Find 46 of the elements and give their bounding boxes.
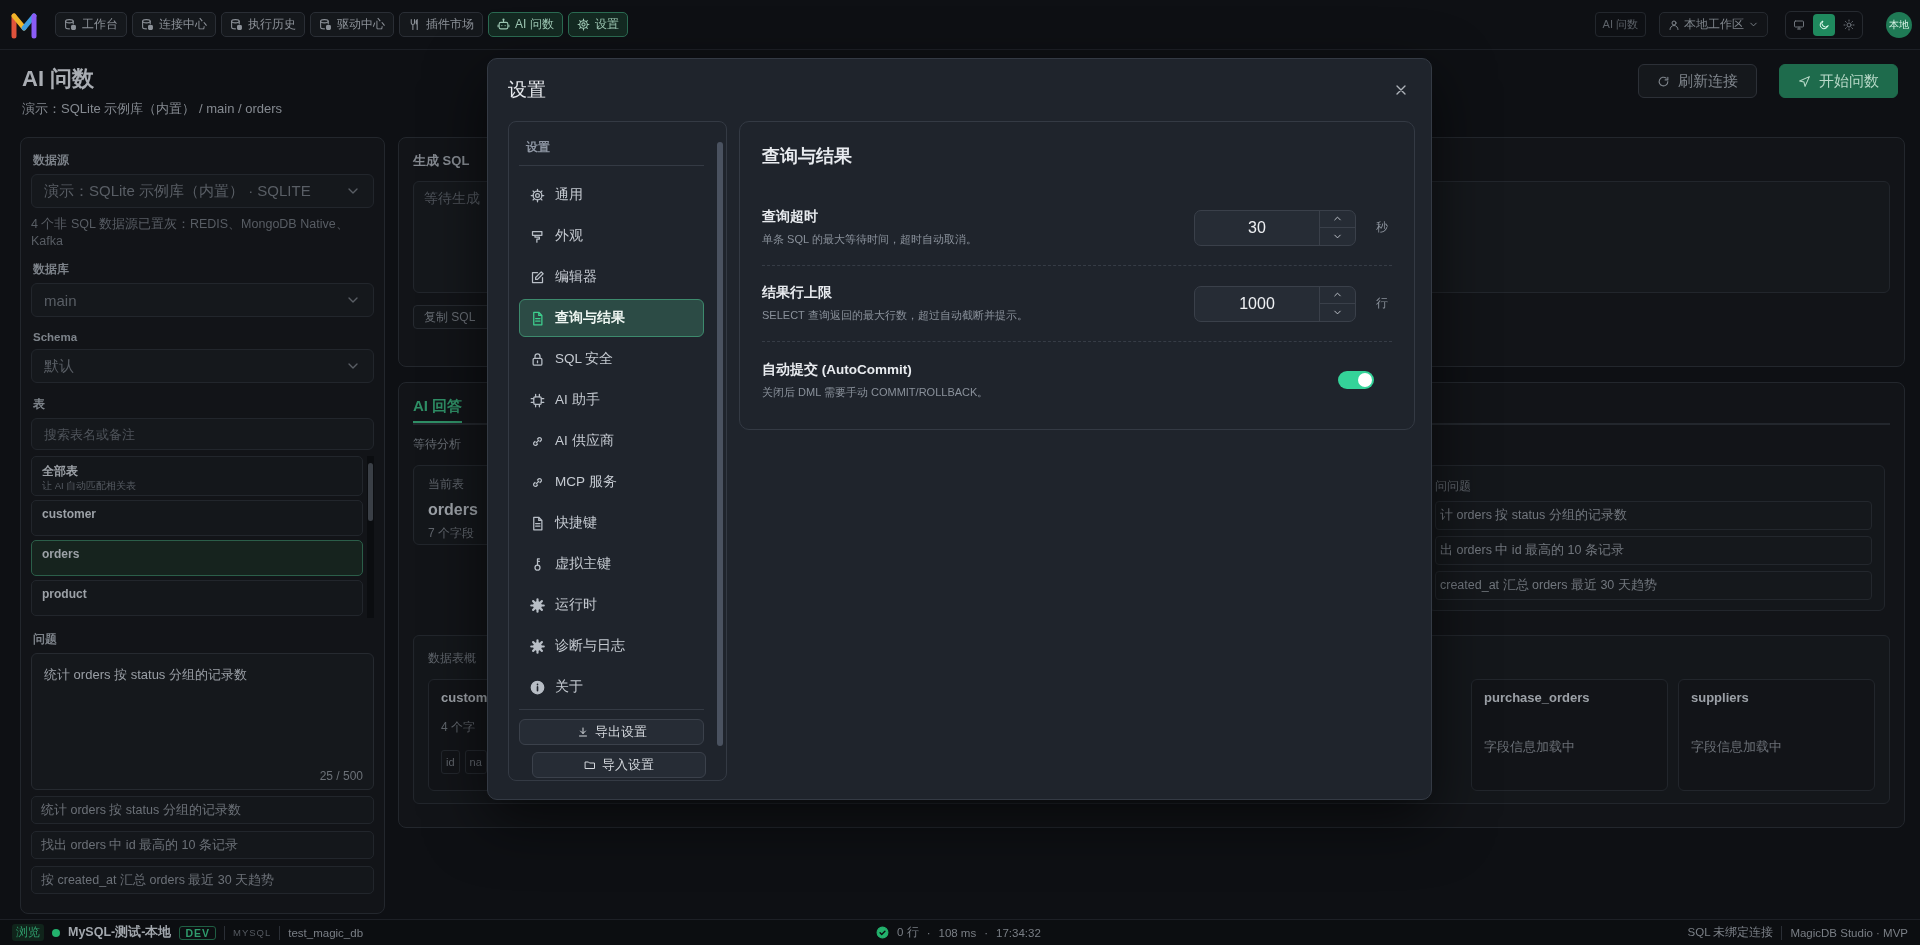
sidebar-title: 设置 <box>519 132 704 166</box>
duration: 108 ms <box>938 926 977 939</box>
table-name: purchase_orders <box>1484 690 1590 705</box>
setting-description: 单条 SQL 的最大等待时间，超时自动取消。 <box>762 232 977 247</box>
field-count: 4 个字 <box>441 719 475 736</box>
column-chip: na <box>464 750 487 774</box>
field-label: 问题 <box>33 632 57 647</box>
setting-description: 关闭后 DML 需要手动 COMMIT/ROLLBACK。 <box>762 384 989 400</box>
field-label: 数据源 <box>33 153 69 168</box>
field-label: Schema <box>33 331 78 343</box>
field-label: 表 <box>33 397 45 412</box>
page-title: AI 问数 <box>22 65 96 93</box>
mode-badge: 浏览 <box>12 924 44 941</box>
binding-status: SQL 未绑定连接 <box>1687 925 1774 940</box>
table-name: custom <box>441 690 488 705</box>
db-type: MYSQL <box>233 927 272 938</box>
loading-text: 字段信息加载中 <box>1484 739 1575 756</box>
section-title: 查询与结果 <box>762 145 852 168</box>
loading-text: 字段信息加载中 <box>1691 739 1782 756</box>
separator-dot: · <box>984 926 989 939</box>
dialog-title: 设置 <box>508 78 546 102</box>
table-name: suppliers <box>1691 690 1749 705</box>
setting-label: 自动提交 (AutoCommit) <box>762 360 912 379</box>
hint-text: 4 个非 SQL 数据源已置灰：REDIS、MongoDB Native、Kafka <box>31 216 350 250</box>
card-label: 数据表概 <box>428 650 476 667</box>
card-label: 当前表 <box>428 476 464 493</box>
separator-dot: · <box>926 926 931 939</box>
product-name: MagicDB Studio · MVP <box>1790 926 1908 939</box>
mode-badge: AI 问数 <box>1594 12 1646 37</box>
field-count: 7 个字段 <box>428 525 474 542</box>
setting-label: 结果行上限 <box>762 284 832 302</box>
char-counter: 25 / 500 <box>319 769 363 783</box>
database-name: test_magic_db <box>288 926 364 939</box>
status-text: 等待分析 <box>413 436 461 453</box>
table-name: orders <box>428 501 478 519</box>
field-label: 数据库 <box>33 262 69 277</box>
card-title: 生成 SQL <box>413 152 470 170</box>
setting-description: SELECT 查询返回的最大行数，超过自动截断并提示。 <box>762 308 1028 323</box>
unit-label: 行 <box>1375 295 1389 312</box>
column-chip: id <box>441 750 460 774</box>
breadcrumb: 演示：SQLite 示例库（内置） / main / orders <box>22 100 283 118</box>
row-count: 0 行 <box>897 925 919 940</box>
setting-label: 查询超时 <box>762 208 818 226</box>
env-badge: DEV <box>179 925 216 940</box>
unit-label: 秒 <box>1375 219 1389 236</box>
time: 17:34:32 <box>996 926 1041 939</box>
